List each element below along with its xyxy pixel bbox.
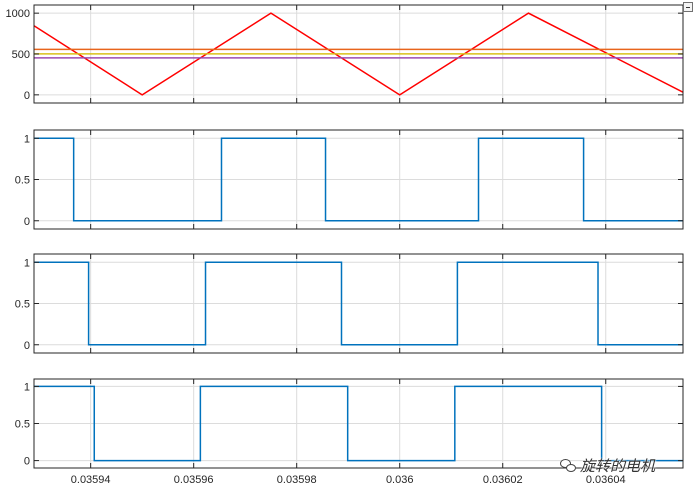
x-tick-label: 0.03598 bbox=[277, 474, 317, 486]
x-tick-label: 0.03594 bbox=[71, 474, 111, 486]
chart-panel-1: 0 500 1000 bbox=[6, 4, 684, 104]
wechat-icon bbox=[560, 459, 576, 472]
chart-panel-3: 00.51 bbox=[15, 253, 684, 354]
x-tick-label: 0.03596 bbox=[174, 474, 214, 486]
watermark: 旋转的电机 bbox=[560, 455, 655, 476]
y-tick-label: 0.5 bbox=[15, 175, 30, 187]
watermark-text: 旋转的电机 bbox=[580, 457, 656, 475]
x-tick-label: 0.03602 bbox=[483, 474, 523, 486]
y-tick-label: 0.5 bbox=[15, 299, 30, 311]
x-tick-label: 0.036 bbox=[386, 474, 414, 486]
y-tick-label: 1000 bbox=[6, 8, 30, 20]
y-tick-label: 1 bbox=[24, 133, 30, 145]
y-tick-label: 0 bbox=[24, 90, 30, 102]
y-tick-label: 0 bbox=[24, 456, 30, 468]
chart-panel-2: 00.51 bbox=[15, 129, 684, 230]
y-tick-label: 0 bbox=[24, 340, 30, 352]
y-tick-label: 500 bbox=[12, 49, 30, 61]
y-tick-label: 1 bbox=[24, 381, 30, 393]
y-tick-label: 1 bbox=[24, 257, 30, 269]
y-tick-label: 0 bbox=[24, 216, 30, 228]
y-tick-label: 0.5 bbox=[15, 419, 30, 431]
scope-figure: 0500100000.5100.5100.510.03594 0.03596 0.0… bbox=[6, 4, 684, 486]
restore-icon[interactable] bbox=[683, 2, 693, 12]
